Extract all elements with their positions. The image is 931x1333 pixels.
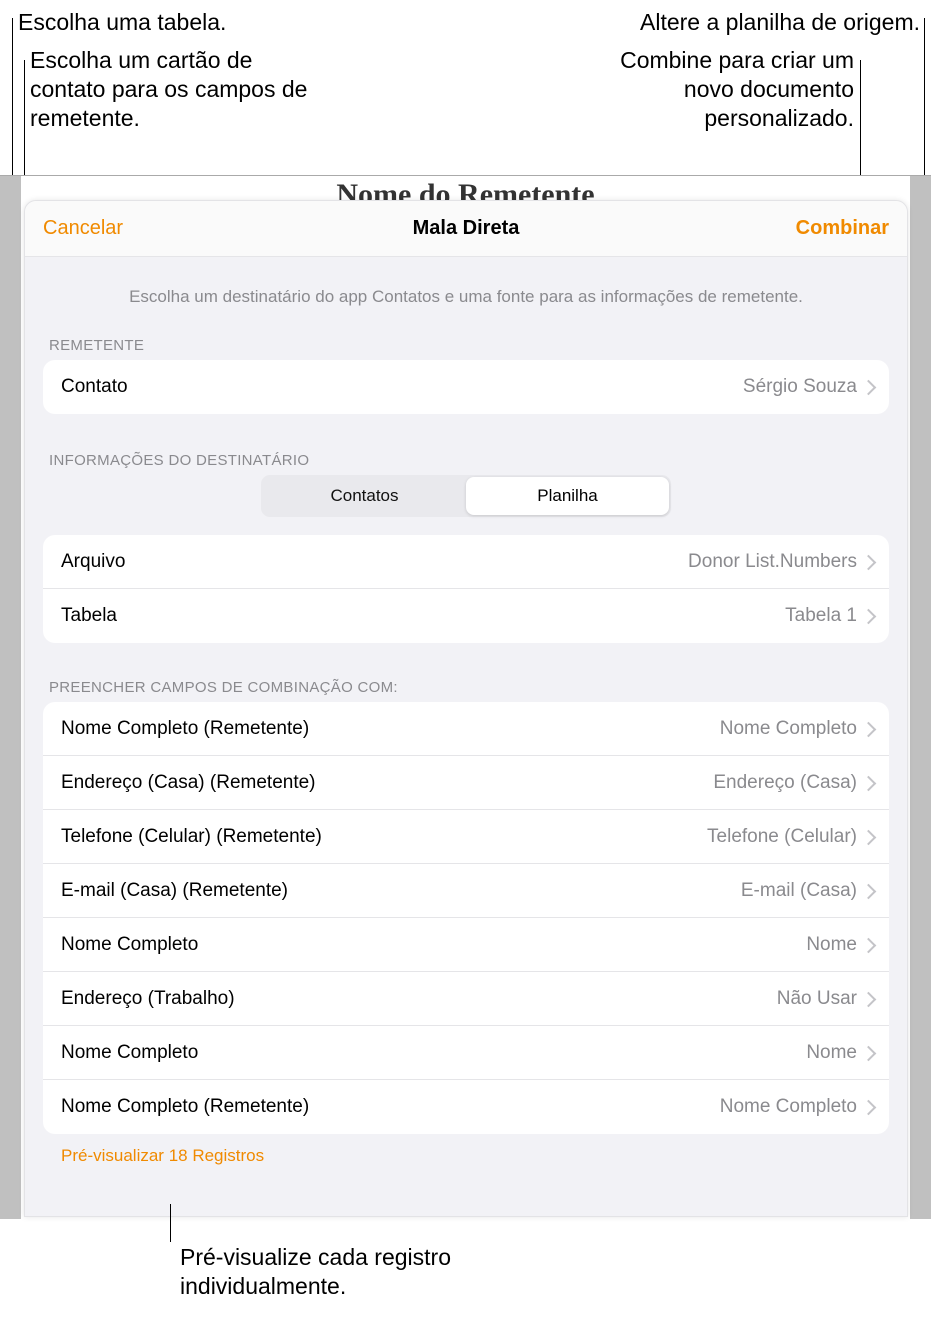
callout-choose-table: Escolha uma tabela. <box>18 8 226 37</box>
recipient-source-segmented[interactable]: Contatos Planilha <box>261 475 671 517</box>
sender-list: Contato Sérgio Souza <box>43 360 889 414</box>
chevron-right-icon <box>865 829 875 845</box>
spreadsheet-source-list: Arquivo Donor List.Numbers Tabela Tabela… <box>43 535 889 643</box>
callout-change-spreadsheet: Altere a planilha de origem. <box>640 8 920 37</box>
merge-field-value: Nome <box>806 1042 857 1064</box>
segment-contacts[interactable]: Contatos <box>263 477 466 515</box>
chevron-right-icon <box>865 1045 875 1061</box>
merge-field-value: Não Usar <box>777 988 857 1010</box>
merge-field-row[interactable]: Endereço (Trabalho) Não Usar <box>43 972 889 1026</box>
callout-choose-contact: Escolha um cartão de contato para os cam… <box>30 46 320 132</box>
merge-field-label: Nome Completo (Remetente) <box>61 718 309 740</box>
table-label: Tabela <box>61 605 117 627</box>
chevron-right-icon <box>865 937 875 953</box>
merge-field-row[interactable]: Nome Completo (Remetente) Nome Completo <box>43 702 889 756</box>
cancel-button[interactable]: Cancelar <box>43 217 123 240</box>
merge-field-row[interactable]: Endereço (Casa) (Remetente) Endereço (Ca… <box>43 756 889 810</box>
sheet-title: Mala Direta <box>25 217 907 240</box>
file-row[interactable]: Arquivo Donor List.Numbers <box>43 535 889 589</box>
merge-field-row[interactable]: Nome Completo (Remetente) Nome Completo <box>43 1080 889 1134</box>
merge-field-row[interactable]: Nome Completo Nome <box>43 918 889 972</box>
table-row[interactable]: Tabela Tabela 1 <box>43 589 889 643</box>
sender-contact-row[interactable]: Contato Sérgio Souza <box>43 360 889 414</box>
callout-preview: Pré-visualize cada registro individualme… <box>180 1243 520 1301</box>
chevron-right-icon <box>865 991 875 1007</box>
merge-field-value: Nome Completo <box>720 718 857 740</box>
sheet-body: Escolha um destinatário do app Contatos … <box>25 287 907 1176</box>
sender-contact-value: Sérgio Souza <box>743 376 857 398</box>
mail-merge-sheet: Cancelar Mala Direta Combinar Escolha um… <box>24 200 908 1217</box>
sheet-description: Escolha um destinatário do app Contatos … <box>43 287 889 307</box>
sender-section-header: REMETENTE <box>49 337 889 354</box>
preview-records-button[interactable]: Pré-visualizar 18 Registros <box>61 1146 264 1166</box>
merge-field-value: Endereço (Casa) <box>713 772 857 794</box>
file-value: Donor List.Numbers <box>688 551 857 573</box>
merge-field-label: Nome Completo <box>61 1042 198 1064</box>
merge-fields-list: Nome Completo (Remetente) Nome Completo … <box>43 702 889 1134</box>
merge-field-row[interactable]: Telefone (Celular) (Remetente) Telefone … <box>43 810 889 864</box>
fields-section-header: PREENCHER CAMPOS DE COMBINAÇÃO COM: <box>49 679 889 696</box>
sender-contact-label: Contato <box>61 376 128 398</box>
merge-field-label: E-mail (Casa) (Remetente) <box>61 880 288 902</box>
merge-field-value: Telefone (Celular) <box>707 826 857 848</box>
recipient-section-header: INFORMAÇÕES DO DESTINATÁRIO <box>49 452 889 469</box>
merge-field-row[interactable]: Nome Completo Nome <box>43 1026 889 1080</box>
sheet-header: Cancelar Mala Direta Combinar <box>25 201 907 257</box>
chevron-right-icon <box>865 721 875 737</box>
combine-button[interactable]: Combinar <box>796 217 889 240</box>
segment-spreadsheet[interactable]: Planilha <box>466 477 669 515</box>
merge-field-label: Endereço (Casa) (Remetente) <box>61 772 316 794</box>
file-label: Arquivo <box>61 551 125 573</box>
table-value: Tabela 1 <box>785 605 857 627</box>
chevron-right-icon <box>865 554 875 570</box>
merge-field-value: Nome Completo <box>720 1096 857 1118</box>
callout-combine: Combine para criar um novo documento per… <box>594 46 854 132</box>
merge-field-label: Endereço (Trabalho) <box>61 988 235 1010</box>
chevron-right-icon <box>865 883 875 899</box>
chevron-right-icon <box>865 1099 875 1115</box>
merge-field-label: Nome Completo (Remetente) <box>61 1096 309 1118</box>
merge-field-row[interactable]: E-mail (Casa) (Remetente) E-mail (Casa) <box>43 864 889 918</box>
merge-field-label: Telefone (Celular) (Remetente) <box>61 826 322 848</box>
chevron-right-icon <box>865 608 875 624</box>
chevron-right-icon <box>865 775 875 791</box>
chevron-right-icon <box>865 379 875 395</box>
merge-field-value: Nome <box>806 934 857 956</box>
callout-line <box>170 1204 171 1242</box>
merge-field-value: E-mail (Casa) <box>741 880 857 902</box>
merge-field-label: Nome Completo <box>61 934 198 956</box>
